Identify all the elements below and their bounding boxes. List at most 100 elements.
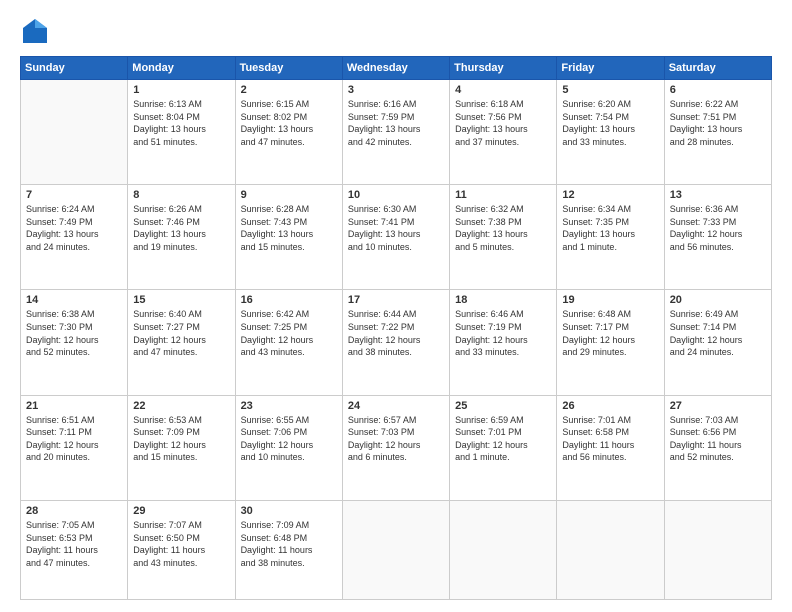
- day-cell: 29 Sunrise: 7:07 AM Sunset: 6:50 PM Dayli…: [128, 500, 235, 599]
- day-number: 19: [562, 294, 658, 306]
- day-cell: 17 Sunrise: 6:44 AM Sunset: 7:22 PM Dayli…: [342, 290, 449, 395]
- day-cell: [450, 500, 557, 599]
- calendar: SundayMondayTuesdayWednesdayThursdayFrid…: [20, 56, 772, 600]
- day-info: Sunrise: 6:49 AM Sunset: 7:14 PM Dayligh…: [670, 308, 766, 358]
- day-info: Sunrise: 6:40 AM Sunset: 7:27 PM Dayligh…: [133, 308, 229, 358]
- day-cell: 1 Sunrise: 6:13 AM Sunset: 8:04 PM Daylig…: [128, 80, 235, 185]
- day-cell: 4 Sunrise: 6:18 AM Sunset: 7:56 PM Daylig…: [450, 80, 557, 185]
- day-info: Sunrise: 7:01 AM Sunset: 6:58 PM Dayligh…: [562, 414, 658, 464]
- col-header-sunday: Sunday: [21, 57, 128, 80]
- day-number: 18: [455, 294, 551, 306]
- day-cell: 21 Sunrise: 6:51 AM Sunset: 7:11 PM Dayli…: [21, 395, 128, 500]
- col-header-friday: Friday: [557, 57, 664, 80]
- col-header-tuesday: Tuesday: [235, 57, 342, 80]
- day-info: Sunrise: 6:16 AM Sunset: 7:59 PM Dayligh…: [348, 98, 444, 148]
- day-cell: 30 Sunrise: 7:09 AM Sunset: 6:48 PM Dayli…: [235, 500, 342, 599]
- day-number: 17: [348, 294, 444, 306]
- day-info: Sunrise: 6:57 AM Sunset: 7:03 PM Dayligh…: [348, 414, 444, 464]
- col-header-wednesday: Wednesday: [342, 57, 449, 80]
- day-number: 4: [455, 84, 551, 96]
- day-number: 10: [348, 189, 444, 201]
- day-number: 24: [348, 400, 444, 412]
- day-info: Sunrise: 6:20 AM Sunset: 7:54 PM Dayligh…: [562, 98, 658, 148]
- day-info: Sunrise: 7:09 AM Sunset: 6:48 PM Dayligh…: [241, 519, 337, 569]
- day-number: 26: [562, 400, 658, 412]
- day-number: 29: [133, 505, 229, 517]
- day-cell: 2 Sunrise: 6:15 AM Sunset: 8:02 PM Daylig…: [235, 80, 342, 185]
- day-cell: 9Sunrise: 6:28 AM Sunset: 7:43 PM Daylig…: [235, 185, 342, 290]
- day-info: Sunrise: 6:38 AM Sunset: 7:30 PM Dayligh…: [26, 308, 122, 358]
- header: [20, 16, 772, 46]
- day-cell: 18Sunrise: 6:46 AM Sunset: 7:19 PM Dayli…: [450, 290, 557, 395]
- day-cell: [557, 500, 664, 599]
- day-info: Sunrise: 6:18 AM Sunset: 7:56 PM Dayligh…: [455, 98, 551, 148]
- day-cell: 27 Sunrise: 7:03 AM Sunset: 6:56 PM Dayli…: [664, 395, 771, 500]
- day-number: 8: [133, 189, 229, 201]
- day-cell: 12Sunrise: 6:34 AM Sunset: 7:35 PM Dayli…: [557, 185, 664, 290]
- day-cell: 26 Sunrise: 7:01 AM Sunset: 6:58 PM Dayli…: [557, 395, 664, 500]
- day-info: Sunrise: 6:48 AM Sunset: 7:17 PM Dayligh…: [562, 308, 658, 358]
- col-header-thursday: Thursday: [450, 57, 557, 80]
- day-cell: 8 Sunrise: 6:26 AM Sunset: 7:46 PM Daylig…: [128, 185, 235, 290]
- day-number: 23: [241, 400, 337, 412]
- day-number: 5: [562, 84, 658, 96]
- day-info: Sunrise: 6:32 AM Sunset: 7:38 PM Dayligh…: [455, 203, 551, 253]
- week-row-1: 1 Sunrise: 6:13 AM Sunset: 8:04 PM Daylig…: [21, 80, 772, 185]
- day-cell: 25Sunrise: 6:59 AM Sunset: 7:01 PM Dayli…: [450, 395, 557, 500]
- day-info: Sunrise: 6:26 AM Sunset: 7:46 PM Dayligh…: [133, 203, 229, 253]
- day-info: Sunrise: 6:15 AM Sunset: 8:02 PM Dayligh…: [241, 98, 337, 148]
- day-info: Sunrise: 6:30 AM Sunset: 7:41 PM Dayligh…: [348, 203, 444, 253]
- day-info: Sunrise: 7:03 AM Sunset: 6:56 PM Dayligh…: [670, 414, 766, 464]
- day-cell: [664, 500, 771, 599]
- day-cell: [342, 500, 449, 599]
- day-cell: 14Sunrise: 6:38 AM Sunset: 7:30 PM Dayli…: [21, 290, 128, 395]
- day-info: Sunrise: 6:36 AM Sunset: 7:33 PM Dayligh…: [670, 203, 766, 253]
- day-cell: 24 Sunrise: 6:57 AM Sunset: 7:03 PM Dayli…: [342, 395, 449, 500]
- day-number: 30: [241, 505, 337, 517]
- day-cell: 16 Sunrise: 6:42 AM Sunset: 7:25 PM Dayli…: [235, 290, 342, 395]
- day-info: Sunrise: 6:51 AM Sunset: 7:11 PM Dayligh…: [26, 414, 122, 464]
- day-number: 9: [241, 189, 337, 201]
- day-number: 12: [562, 189, 658, 201]
- day-cell: 3 Sunrise: 6:16 AM Sunset: 7:59 PM Daylig…: [342, 80, 449, 185]
- day-info: Sunrise: 6:59 AM Sunset: 7:01 PM Dayligh…: [455, 414, 551, 464]
- day-number: 3: [348, 84, 444, 96]
- day-number: 1: [133, 84, 229, 96]
- day-cell: 19 Sunrise: 6:48 AM Sunset: 7:17 PM Dayli…: [557, 290, 664, 395]
- week-row-5: 28Sunrise: 7:05 AM Sunset: 6:53 PM Dayli…: [21, 500, 772, 599]
- day-number: 7: [26, 189, 122, 201]
- day-number: 21: [26, 400, 122, 412]
- day-info: Sunrise: 6:22 AM Sunset: 7:51 PM Dayligh…: [670, 98, 766, 148]
- page: SundayMondayTuesdayWednesdayThursdayFrid…: [0, 0, 792, 612]
- day-cell: 7Sunrise: 6:24 AM Sunset: 7:49 PM Daylig…: [21, 185, 128, 290]
- day-number: 16: [241, 294, 337, 306]
- day-info: Sunrise: 6:13 AM Sunset: 8:04 PM Dayligh…: [133, 98, 229, 148]
- week-row-2: 7Sunrise: 6:24 AM Sunset: 7:49 PM Daylig…: [21, 185, 772, 290]
- day-cell: 11 Sunrise: 6:32 AM Sunset: 7:38 PM Dayli…: [450, 185, 557, 290]
- day-cell: 10 Sunrise: 6:30 AM Sunset: 7:41 PM Dayli…: [342, 185, 449, 290]
- week-row-3: 14Sunrise: 6:38 AM Sunset: 7:30 PM Dayli…: [21, 290, 772, 395]
- logo-icon: [20, 16, 50, 46]
- day-number: 20: [670, 294, 766, 306]
- day-info: Sunrise: 6:44 AM Sunset: 7:22 PM Dayligh…: [348, 308, 444, 358]
- week-row-4: 21 Sunrise: 6:51 AM Sunset: 7:11 PM Dayli…: [21, 395, 772, 500]
- day-info: Sunrise: 6:53 AM Sunset: 7:09 PM Dayligh…: [133, 414, 229, 464]
- day-cell: 13 Sunrise: 6:36 AM Sunset: 7:33 PM Dayli…: [664, 185, 771, 290]
- logo: [20, 16, 54, 46]
- day-cell: 23 Sunrise: 6:55 AM Sunset: 7:06 PM Dayli…: [235, 395, 342, 500]
- day-info: Sunrise: 6:55 AM Sunset: 7:06 PM Dayligh…: [241, 414, 337, 464]
- day-cell: 20 Sunrise: 6:49 AM Sunset: 7:14 PM Dayli…: [664, 290, 771, 395]
- day-number: 11: [455, 189, 551, 201]
- day-number: 27: [670, 400, 766, 412]
- day-number: 13: [670, 189, 766, 201]
- day-cell: 6Sunrise: 6:22 AM Sunset: 7:51 PM Daylig…: [664, 80, 771, 185]
- col-header-monday: Monday: [128, 57, 235, 80]
- header-row: SundayMondayTuesdayWednesdayThursdayFrid…: [21, 57, 772, 80]
- day-cell: 15Sunrise: 6:40 AM Sunset: 7:27 PM Dayli…: [128, 290, 235, 395]
- day-info: Sunrise: 6:42 AM Sunset: 7:25 PM Dayligh…: [241, 308, 337, 358]
- day-number: 28: [26, 505, 122, 517]
- day-number: 22: [133, 400, 229, 412]
- day-number: 2: [241, 84, 337, 96]
- day-info: Sunrise: 7:07 AM Sunset: 6:50 PM Dayligh…: [133, 519, 229, 569]
- day-cell: [21, 80, 128, 185]
